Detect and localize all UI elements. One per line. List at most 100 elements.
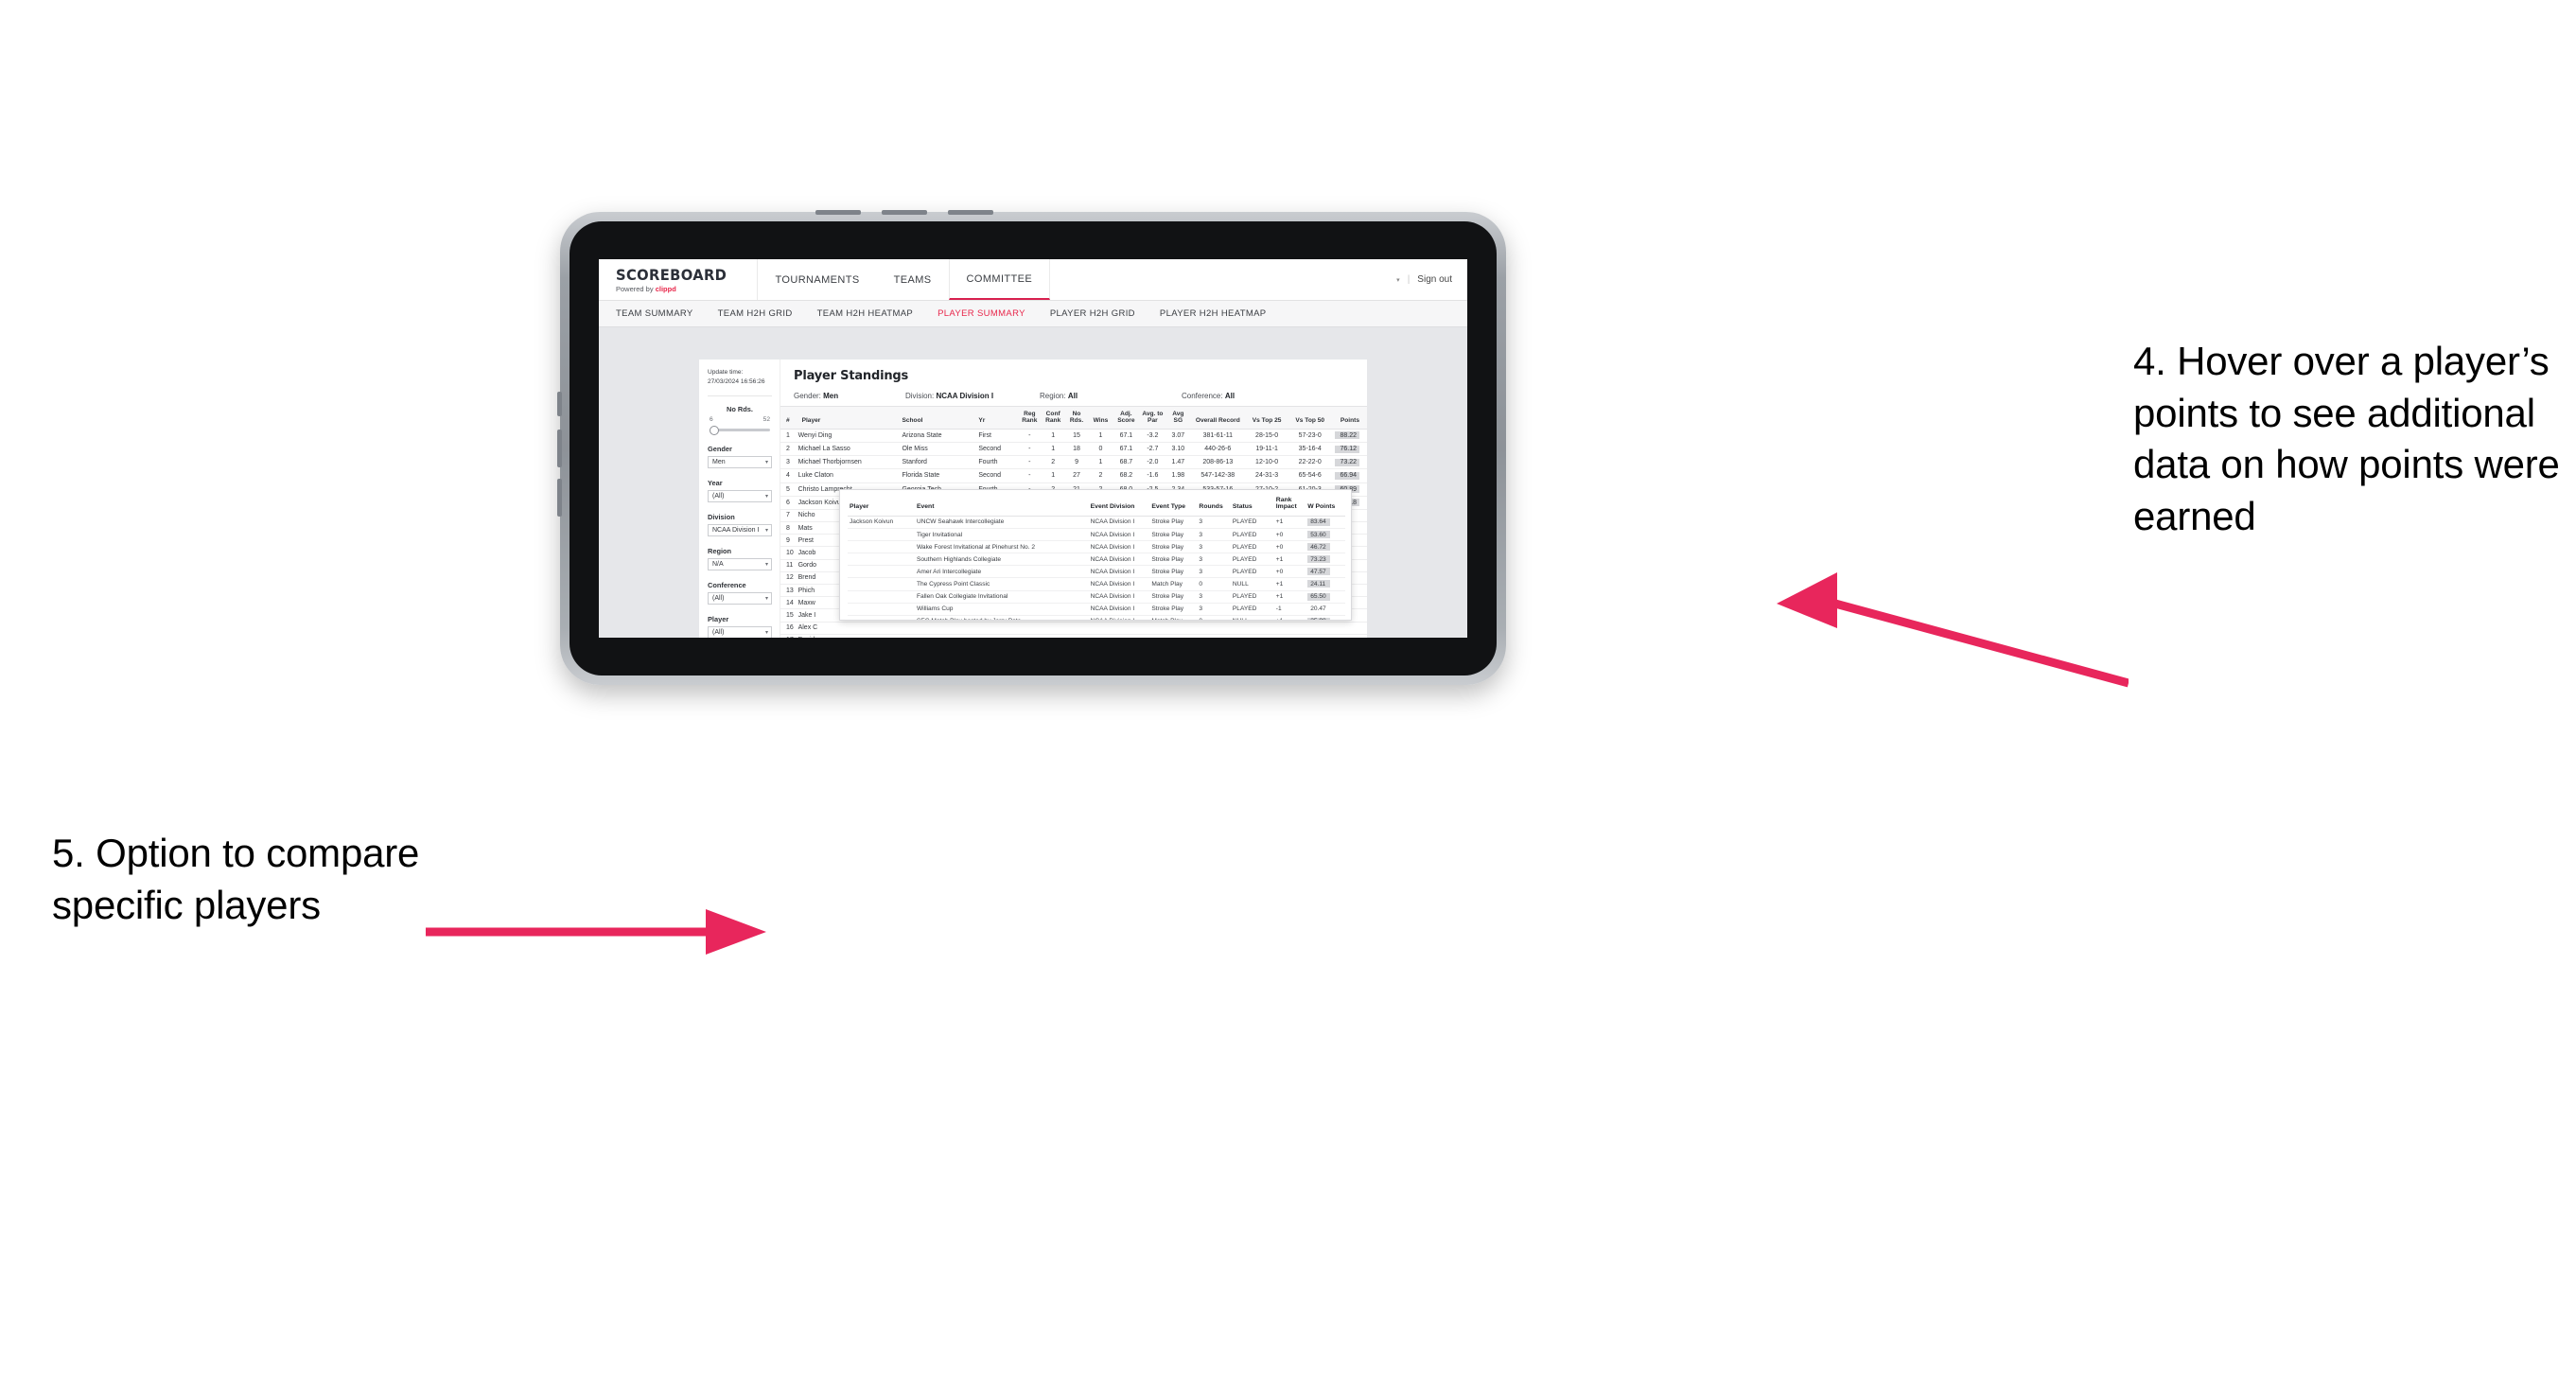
points-value[interactable]: 76.12 [1335,445,1359,453]
th-rank[interactable]: # [780,406,797,430]
cell-num: 13 [780,584,797,598]
subnav-team-h2h-heatmap[interactable]: TEAM H2H HEATMAP [817,308,914,319]
points-value[interactable]: 88.22 [1335,431,1359,440]
tooltip-cell-type: Stroke Play [1149,603,1198,616]
tooltip-cell-division: NCAA Division I [1088,540,1150,554]
no-rounds-slider-track[interactable] [710,425,770,435]
filter-year-select[interactable]: (All) ▾ [708,490,772,503]
tooltip-cell-player [848,565,915,579]
cell-wins: 0 [1088,442,1113,457]
filter-division: Division NCAA Division I ▾ [708,513,772,537]
cell-adj: 68.2 [1113,468,1140,483]
tooltip-cell-status: PLAYED [1230,603,1274,616]
th-adj-score[interactable]: Adj. Score [1113,406,1140,430]
th-points[interactable]: Points [1331,406,1367,430]
subnav-player-h2h-heatmap[interactable]: PLAYER H2H HEATMAP [1160,308,1267,319]
th-avg-sg[interactable]: Avg SG [1165,406,1191,430]
table-row[interactable]: 3 Michael Thorbjornsen Stanford Fourth -2 9 1 6… [780,455,1367,470]
tooltip-row: The Cypress Point Classic NCAA Division I… [848,577,1345,591]
sign-out-link[interactable]: Sign out [1417,274,1452,285]
table-row[interactable]: 16 Alex C [780,622,1367,635]
cell-school: Florida State [900,468,977,483]
filter-conference: Conference (All) ▾ [708,581,772,605]
tablet-device: SCOREBOARD Powered by clippd TOURNAMENTS… [557,210,1506,685]
table-row[interactable]: 1 Wenyi Ding Arizona State First -1 15 1 67.1 -3… [780,429,1367,443]
cell-sg: 1.98 [1165,468,1191,483]
points-breakdown-tooltip: Player Event Event Division Event Type R… [839,489,1352,621]
tooltip-cell-rank_impact: +0 [1273,540,1306,554]
cell-nords [1064,622,1089,635]
filter-gender-select[interactable]: Men ▾ [708,456,772,469]
table-row[interactable]: 4 Luke Claton Florida State Second -1 27 2 68.2… [780,468,1367,483]
th-school[interactable]: School [900,406,977,430]
tooltip-cell-player [848,577,915,591]
th-vs-top-50[interactable]: Vs Top 50 [1288,406,1332,430]
cell-num: 9 [780,534,797,548]
th-no-rds[interactable]: No Rds. [1064,406,1089,430]
tt-th-rounds: Rounds [1197,496,1231,517]
filter-player-select[interactable]: (All) ▾ [708,626,772,638]
table-row[interactable]: 17David [780,634,1367,638]
cell-overall: 381-61-11 [1190,429,1246,443]
no-rounds-slider-handle[interactable] [710,425,719,435]
cell-yr: Second [976,468,1018,483]
th-avg-to-par[interactable]: Avg. to Par [1139,406,1166,430]
th-player[interactable]: Player [796,406,901,430]
cell-yr [976,634,1018,638]
table-row[interactable]: 2 Michael La Sasso Ole Miss Second -1 18 0 67.1… [780,442,1367,457]
subnav-player-summary[interactable]: PLAYER SUMMARY [938,308,1025,319]
th-overall-record[interactable]: Overall Record [1190,406,1246,430]
subnav-player-h2h-grid[interactable]: PLAYER H2H GRID [1050,308,1135,319]
tt-th-event: Event [914,496,1089,517]
tooltip-cell-player [848,603,915,616]
annotation-right-text: 4. Hover over a player’s points to see a… [2133,339,2560,538]
cell-nords: 18 [1064,442,1089,457]
update-time-label: Update time: [708,369,744,376]
tt-th-event-division: Event Division [1088,496,1150,517]
tooltip-cell-type: Match Play [1149,577,1198,591]
cell-yr: Second [976,442,1018,457]
cell-num: 14 [780,596,797,610]
filter-year-value: (All) [712,493,725,500]
subnav-team-h2h-grid[interactable]: TEAM H2H GRID [718,308,793,319]
tooltip-cell-event: Williams Cup [914,603,1089,616]
no-rounds-min: 6 [710,416,713,424]
subnav-team-summary[interactable]: TEAM SUMMARY [616,308,693,319]
points-value[interactable]: 66.94 [1335,471,1359,480]
nav-committee[interactable]: COMMITTEE [948,259,1051,300]
cell-t50 [1288,634,1332,638]
filter-conference-select[interactable]: (All) ▾ [708,592,772,605]
chevron-down-icon: ▾ [764,460,768,466]
cell-points [1331,634,1367,638]
th-vs-top-25[interactable]: Vs Top 25 [1245,406,1288,430]
nav-teams[interactable]: TEAMS [877,259,949,300]
tooltip-cell-rounds: 3 [1197,540,1231,554]
tooltip-cell-w_points: 24.11 [1306,577,1345,591]
points-value[interactable]: 73.22 [1335,458,1359,466]
cell-regrank [1017,634,1042,638]
cell-adj: 68.7 [1113,455,1140,470]
annotation-left-text: 5. Option to compare specific players [52,831,420,927]
filter-region-select[interactable]: N/A ▾ [708,558,772,571]
tooltip-cell-status: PLAYED [1230,553,1274,567]
cell-par [1139,634,1166,638]
nav-tournaments[interactable]: TOURNAMENTS [758,259,876,300]
tooltip-cell-division: NCAA Division I [1088,553,1150,567]
cell-par: -1.6 [1139,468,1166,483]
tooltip-cell-event: SEC Match Play hosted by Jerry Pate [914,615,1089,620]
tooltip-row: Jackson Koivun UNCW Seahawk Intercollegia… [848,516,1345,530]
cell-t50: 35-16-4 [1288,442,1332,457]
account-chevron-down-icon[interactable]: ▾ [1396,276,1400,284]
primary-nav: TOURNAMENTS TEAMS COMMITTEE [758,259,1051,300]
th-year[interactable]: Yr [976,406,1018,430]
tooltip-cell-player [848,528,915,542]
brand-logo[interactable]: SCOREBOARD Powered by clippd [599,259,759,300]
th-wins[interactable]: Wins [1088,406,1113,430]
tooltip-cell-status: PLAYED [1230,528,1274,542]
cell-par [1139,622,1166,635]
filter-sidebar: Update time: 27/03/2024 16:56:26 No Rds.… [699,360,780,638]
th-conf-rank[interactable]: Conf Rank [1041,406,1065,430]
tooltip-w-points-value: 65.50 [1307,592,1331,601]
th-reg-rank[interactable]: Reg Rank [1017,406,1042,430]
filter-division-select[interactable]: NCAA Division I ▾ [708,524,772,537]
